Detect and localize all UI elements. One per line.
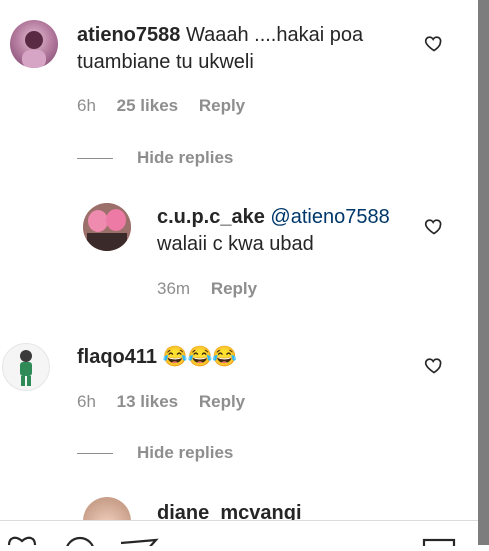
comment-time: 6h [77,96,96,115]
mention-link[interactable]: @atieno7588 [270,206,389,228]
comment-username[interactable]: flaqo411 [77,346,157,368]
like-icon [7,536,37,546]
reply-button[interactable]: Reply [199,392,245,411]
comment-likes[interactable]: 13 likes [117,392,178,411]
comment-meta: 36m Reply [157,279,273,299]
like-heart-icon[interactable] [424,355,444,375]
avatar-image [20,350,32,386]
action-bar-icons [7,536,456,551]
avatar-image [22,31,46,68]
like-heart-icon[interactable] [424,216,444,236]
comment-username[interactable]: c.u.p.c_ake [157,206,265,228]
reply-body: diane_mcvangi [157,500,407,520]
avatar-image [83,203,131,251]
comment-meta: 6h 25 likes Reply [77,96,261,116]
comment-likes[interactable]: 25 likes [117,96,178,115]
avatar[interactable] [83,497,131,520]
comment-time: 36m [157,279,191,298]
comment-body: atieno7588 Waaah ....hakai poa tuambiane… [77,22,397,76]
like-heart-icon[interactable] [424,33,444,53]
avatar[interactable] [10,20,58,68]
hide-replies-label: Hide replies [137,148,234,167]
hide-replies-button[interactable]: Hide replies [77,148,233,168]
avatar[interactable] [2,343,50,391]
share-icon [120,538,159,551]
reply-body: c.u.p.c_ake @atieno7588 walaii c kwa uba… [157,204,407,258]
avatar[interactable] [83,203,131,251]
comment-text: walaii c kwa ubad [157,233,314,255]
comment-username[interactable]: diane_mcvangi [157,502,302,520]
comment-text: 😂😂😂 [162,346,238,368]
hide-replies-button[interactable]: Hide replies [77,443,233,463]
comment-body: flaqo411 😂😂😂 [77,344,397,371]
hide-replies-label: Hide replies [137,443,234,462]
divider-line [77,158,113,160]
comment-meta: 6h 13 likes Reply [77,392,261,412]
comment-username[interactable]: atieno7588 [77,24,180,46]
scrollbar[interactable] [478,0,489,545]
save-icon [422,538,456,551]
reply-button[interactable]: Reply [199,96,245,115]
reply-button[interactable]: Reply [211,279,257,298]
comment-time: 6h [77,392,96,411]
divider-line [77,453,113,455]
comments-list: atieno7588 Waaah ....hakai poa tuambiane… [0,0,478,520]
action-bar [0,520,478,551]
